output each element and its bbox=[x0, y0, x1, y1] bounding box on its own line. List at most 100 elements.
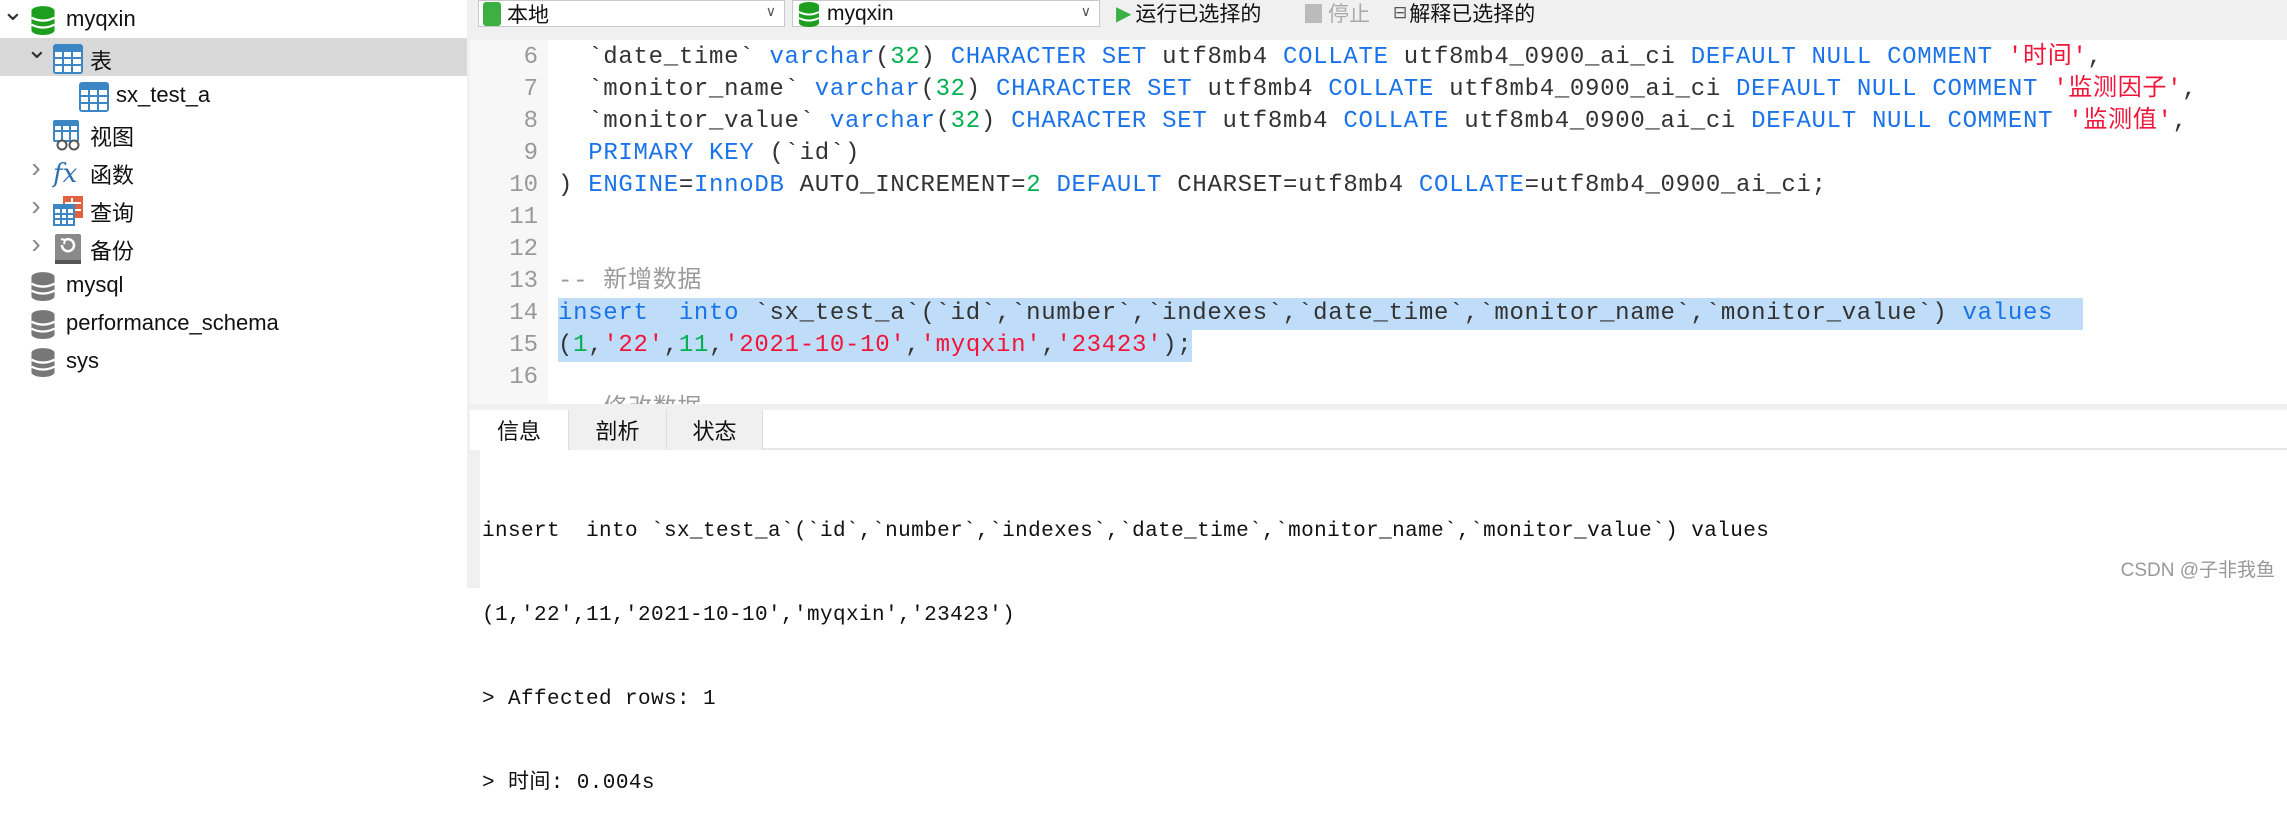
play-icon: ▶ bbox=[1116, 2, 1132, 25]
chevron-right-icon[interactable]: › bbox=[26, 152, 46, 184]
query-toolbar: 本地 ∨ myqxin ∨ ▶ 运行已选择的 停止 ⊟ 解释已选择的 bbox=[478, 0, 2287, 40]
text-token: ); bbox=[1162, 332, 1193, 359]
chevron-right-icon[interactable]: › bbox=[26, 190, 46, 222]
tree-item-mysql[interactable]: mysql bbox=[0, 266, 467, 304]
string-token: '时间' bbox=[2007, 44, 2088, 71]
connection-icon bbox=[483, 1, 501, 26]
result-tabs: 信息 剖析 状态 bbox=[470, 410, 2287, 450]
text-token: ) bbox=[920, 44, 951, 71]
stop-button[interactable]: 停止 bbox=[1305, 0, 1370, 26]
database-icon bbox=[28, 309, 58, 339]
line-number: 16 bbox=[509, 364, 538, 391]
text-token: , bbox=[905, 332, 921, 359]
tree-item-label: myqxin bbox=[66, 6, 136, 31]
text-token: utf8mb4 bbox=[1147, 44, 1283, 71]
tab-info[interactable]: 信息 bbox=[470, 410, 569, 450]
code-text: `monitor_value` varchar(32) CHARACTER SE… bbox=[558, 106, 2188, 138]
text-token: AUTO_INCREMENT= bbox=[784, 172, 1027, 199]
line-number: 13 bbox=[509, 268, 538, 295]
text-token: ( bbox=[558, 332, 574, 359]
code-text: insert into `sx_test_a`(`id`,`number`,`i… bbox=[558, 298, 2084, 330]
keyword-token: DEFAULT NULL COMMENT bbox=[1751, 108, 2054, 135]
code-text: ) ENGINE=InnoDB AUTO_INCREMENT=2 DEFAULT… bbox=[558, 170, 1827, 202]
string-token: '22' bbox=[603, 332, 664, 359]
keyword-token: CHARACTER SET bbox=[950, 44, 1148, 71]
chevron-down-icon[interactable]: ⌄ bbox=[2, 0, 24, 27]
tree-item-sx-test-a[interactable]: sx_test_a bbox=[0, 76, 467, 114]
keyword-token: DEFAULT NULL COMMENT bbox=[1690, 44, 1993, 71]
code-line[interactable]: 7 `monitor_name` varchar(32) CHARACTER S… bbox=[470, 74, 2287, 106]
line-number: 14 bbox=[509, 300, 538, 327]
code-line[interactable]: 6 `date_time` varchar(32) CHARACTER SET … bbox=[470, 42, 2287, 74]
sql-editor[interactable]: 6 `date_time` varchar(32) CHARACTER SET … bbox=[470, 40, 2287, 404]
text-token: ) bbox=[558, 172, 589, 199]
code-line[interactable]: -- 修改数据 bbox=[470, 394, 2287, 404]
tree-item-label: 表 bbox=[90, 49, 113, 74]
number-token: 32 bbox=[935, 76, 966, 103]
line-number: 12 bbox=[509, 236, 538, 263]
text-token: ) bbox=[980, 108, 1012, 135]
code-text: `date_time` varchar(32) CHARACTER SET ut… bbox=[558, 42, 2103, 74]
keyword-token: COLLATE bbox=[1418, 172, 1525, 199]
tree-item-myqxin[interactable]: ⌄ myqxin bbox=[0, 0, 467, 38]
text-token: = bbox=[678, 172, 694, 199]
database-select-value: myqxin bbox=[827, 1, 894, 25]
tab-status[interactable]: 状态 bbox=[667, 410, 763, 450]
text-token: utf8mb4_0900_ai_ci bbox=[1388, 44, 1691, 71]
tree-item-sys[interactable]: sys bbox=[0, 342, 467, 380]
svg-text:fx: fx bbox=[52, 159, 78, 189]
tree-item-label: 查询 bbox=[90, 201, 135, 226]
text-token: utf8mb4_0900_ai_ci bbox=[1449, 108, 1752, 135]
keyword-token: COLLATE bbox=[1343, 108, 1450, 135]
code-line[interactable]: 15 (1,'22',11,'2021-10-10','myqxin','2342… bbox=[470, 330, 2287, 362]
code-line[interactable]: 13 -- 新增数据 bbox=[470, 266, 2287, 298]
chevron-right-icon[interactable]: › bbox=[26, 228, 46, 260]
output-line: insert into `sx_test_a`(`id`,`number`,`i… bbox=[482, 520, 1770, 543]
code-text: -- 新增数据 bbox=[558, 266, 702, 298]
code-line[interactable]: 8 `monitor_value` varchar(32) CHARACTER … bbox=[470, 106, 2287, 138]
table-icon bbox=[52, 43, 83, 74]
table-icon bbox=[78, 81, 109, 112]
tab-profile[interactable]: 剖析 bbox=[569, 410, 667, 450]
code-line[interactable]: 12 bbox=[470, 234, 2287, 266]
text-token: , bbox=[663, 332, 679, 359]
line-number: 8 bbox=[523, 108, 538, 135]
number-token: 32 bbox=[890, 44, 921, 71]
tree-item-label: 备份 bbox=[90, 239, 135, 264]
object-tree: ⌄ myqxin ⌄ 表 sx_test_a 视图 › fx 函数 › 查询 › 备份 mysql perf… bbox=[0, 0, 467, 588]
string-token: '23423' bbox=[1056, 332, 1163, 359]
keyword-token: CHARACTER SET bbox=[1011, 108, 1208, 135]
code-text: PRIMARY KEY (`id`) bbox=[558, 138, 860, 170]
tree-item[interactable]: › fx 函数 bbox=[0, 152, 467, 190]
code-line[interactable]: 10) ENGINE=InnoDB AUTO_INCREMENT=2 DEFAU… bbox=[470, 170, 2287, 202]
code-line[interactable]: 14 insert into `sx_test_a`(`id`,`number`,… bbox=[470, 298, 2287, 330]
database-select[interactable]: myqxin ∨ bbox=[792, 0, 1100, 27]
run-selected-label: 运行已选择的 bbox=[1135, 3, 1262, 26]
keyword-token: InnoDB bbox=[693, 172, 785, 199]
connection-select[interactable]: 本地 ∨ bbox=[478, 0, 785, 27]
run-selected-button[interactable]: ▶ 运行已选择的 bbox=[1116, 0, 1262, 27]
tree-item[interactable]: › 备份 bbox=[0, 228, 467, 266]
explain-selected-button[interactable]: ⊟ 解释已选择的 bbox=[1393, 0, 1535, 26]
code-line[interactable]: 16 bbox=[470, 362, 2287, 394]
tree-item[interactable]: › 查询 bbox=[0, 190, 467, 228]
keyword-token: varchar bbox=[829, 108, 936, 135]
message-output: insert into `sx_test_a`(`id`,`number`,`i… bbox=[482, 462, 1769, 826]
string-token: 'myqxin' bbox=[920, 332, 1042, 359]
tree-item[interactable]: ⌄ 表 bbox=[0, 34, 467, 76]
tree-item-label: 视图 bbox=[90, 125, 135, 150]
tree-item-label: sys bbox=[66, 348, 99, 373]
keyword-token: ENGINE bbox=[588, 172, 679, 199]
keyword-token: CHARACTER SET bbox=[996, 76, 1193, 103]
code-line[interactable]: 9 PRIMARY KEY (`id`) bbox=[470, 138, 2287, 170]
tree-item[interactable]: 视图 bbox=[0, 114, 467, 152]
tree-item-performance-schema[interactable]: performance_schema bbox=[0, 304, 467, 342]
code-line[interactable]: 11 bbox=[470, 202, 2287, 234]
chevron-down-icon[interactable]: ⌄ bbox=[26, 34, 48, 65]
keyword-token: COLLATE bbox=[1328, 76, 1434, 103]
text-token: CHARSET=utf8mb4 bbox=[1162, 172, 1419, 199]
text-token: , bbox=[2172, 108, 2188, 135]
backup-icon bbox=[52, 233, 82, 264]
database-icon bbox=[28, 347, 58, 377]
